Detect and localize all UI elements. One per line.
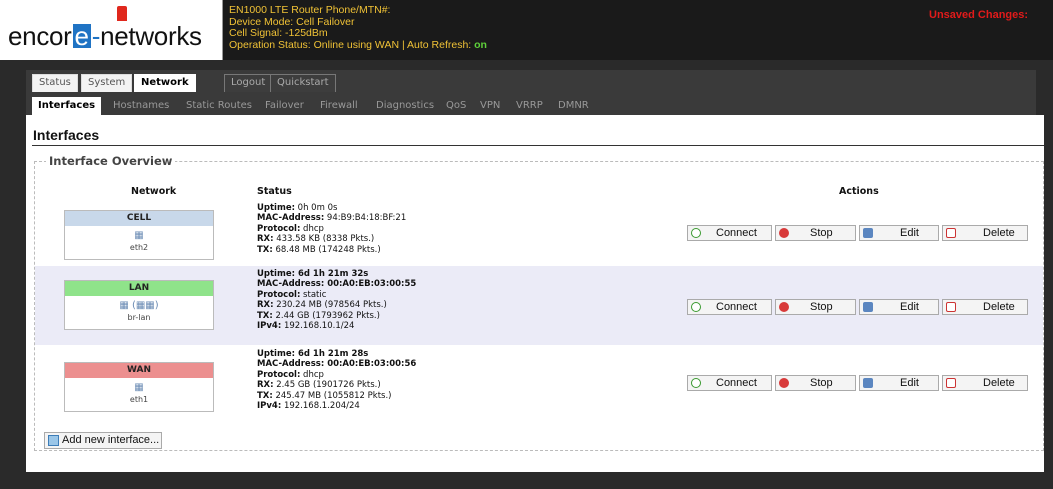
connect-button-lan[interactable]: Connect [687, 299, 772, 315]
subtab-dmnr[interactable]: DMNR [558, 97, 589, 115]
edit-icon [863, 228, 873, 238]
interface-row-lan: LAN ▦ (▦▦) br-lan Uptime: 6d 1h 21m 32s … [35, 266, 1043, 345]
edit-button-wan[interactable]: Edit [859, 375, 939, 391]
main-menu: Status System Network Logout Quickstart [26, 70, 1036, 94]
logo-mark-icon [117, 6, 127, 21]
delete-button-wan[interactable]: Delete [942, 375, 1028, 391]
stop-button-wan[interactable]: Stop [775, 375, 856, 391]
edit-icon [863, 378, 873, 388]
device-name: br-lan [127, 313, 151, 322]
subtab-hostnames[interactable]: Hostnames [113, 97, 169, 115]
stop-button-cell[interactable]: Stop [775, 225, 856, 241]
edit-button-cell[interactable]: Edit [859, 225, 939, 241]
title-divider [32, 145, 1044, 146]
stop-button-lan[interactable]: Stop [775, 299, 856, 315]
network-port-icon: ▦ [134, 382, 144, 393]
edit-button-lan[interactable]: Edit [859, 299, 939, 315]
sub-menu: Interfaces Hostnames Static Routes Failo… [26, 94, 1036, 115]
tab-network[interactable]: Network [134, 74, 196, 92]
section-legend: Interface Overview [46, 154, 176, 168]
encore-networks-logo: encor e -networks [0, 0, 223, 60]
connect-icon [691, 378, 701, 388]
network-name: CELL [65, 211, 213, 226]
network-name: WAN [65, 363, 213, 378]
network-name: LAN [65, 281, 213, 296]
device-name: eth2 [129, 243, 149, 252]
connect-button-wan[interactable]: Connect [687, 375, 772, 391]
delete-icon [946, 378, 956, 388]
subtab-failover[interactable]: Failover [265, 97, 304, 115]
subtab-vrrp[interactable]: VRRP [516, 97, 543, 115]
edit-icon [863, 302, 873, 312]
interface-status: Uptime: 0h 0m 0s MAC-Address: 94:B9:B4:1… [257, 203, 407, 255]
add-interface-icon [48, 435, 59, 446]
device-name: eth1 [129, 395, 149, 404]
subtab-qos[interactable]: QoS [446, 97, 466, 115]
delete-icon [946, 302, 956, 312]
tab-logout[interactable]: Logout [224, 74, 273, 92]
column-header-network: Network [131, 186, 177, 197]
delete-button-lan[interactable]: Delete [942, 299, 1028, 315]
network-box-wan[interactable]: WAN ▦ eth1 [64, 362, 214, 412]
bridge-icon: ▦ (▦▦) [119, 300, 159, 311]
subtab-vpn[interactable]: VPN [480, 97, 500, 115]
delete-button-cell[interactable]: Delete [942, 225, 1028, 241]
network-port-icon: ▦ [134, 230, 144, 241]
interface-status: Uptime: 6d 1h 21m 32s MAC-Address: 00:A0… [257, 269, 417, 332]
connect-button-cell[interactable]: Connect [687, 225, 772, 241]
unsaved-changes-link[interactable]: Unsaved Changes: [929, 9, 1028, 21]
add-new-interface-button[interactable]: Add new interface... [44, 432, 162, 449]
header: encor e -networks EN1000 LTE Router Phone/… [0, 0, 1053, 60]
auto-refresh-toggle[interactable]: on [474, 39, 487, 51]
network-box-cell[interactable]: CELL ▦ eth2 [64, 210, 214, 260]
device-model: EN1000 LTE Router Phone/MTN#: [229, 4, 391, 16]
column-header-status: Status [257, 186, 292, 197]
interface-status: Uptime: 6d 1h 21m 28s MAC-Address: 00:A0… [257, 349, 417, 412]
interface-row-wan: WAN ▦ eth1 Uptime: 6d 1h 21m 28s MAC-Add… [35, 347, 1043, 425]
delete-icon [946, 228, 956, 238]
subtab-interfaces[interactable]: Interfaces [32, 97, 102, 115]
network-box-lan[interactable]: LAN ▦ (▦▦) br-lan [64, 280, 214, 330]
column-header-actions: Actions [839, 186, 879, 197]
logo-text: encor e -networks [8, 21, 202, 51]
connect-icon [691, 302, 701, 312]
connect-icon [691, 228, 701, 238]
tab-system[interactable]: System [81, 74, 133, 92]
stop-icon [779, 228, 789, 238]
interface-row-cell: CELL ▦ eth2 Uptime: 0h 0m 0s MAC-Address… [35, 200, 1043, 264]
subtab-diagnostics[interactable]: Diagnostics [376, 97, 434, 115]
tab-quickstart[interactable]: Quickstart [270, 74, 336, 92]
main-content: Interfaces Interface Overview Network St… [26, 115, 1044, 472]
subtab-firewall[interactable]: Firewall [320, 97, 358, 115]
stop-icon [779, 378, 789, 388]
tab-status[interactable]: Status [32, 74, 78, 92]
stop-icon [779, 302, 789, 312]
operation-status: Operation Status: Online using WAN | Aut… [229, 38, 487, 51]
device-info: EN1000 LTE Router Phone/MTN#: Device Mod… [229, 4, 487, 51]
page-title: Interfaces [33, 127, 100, 143]
subtab-static-routes[interactable]: Static Routes [186, 97, 252, 115]
